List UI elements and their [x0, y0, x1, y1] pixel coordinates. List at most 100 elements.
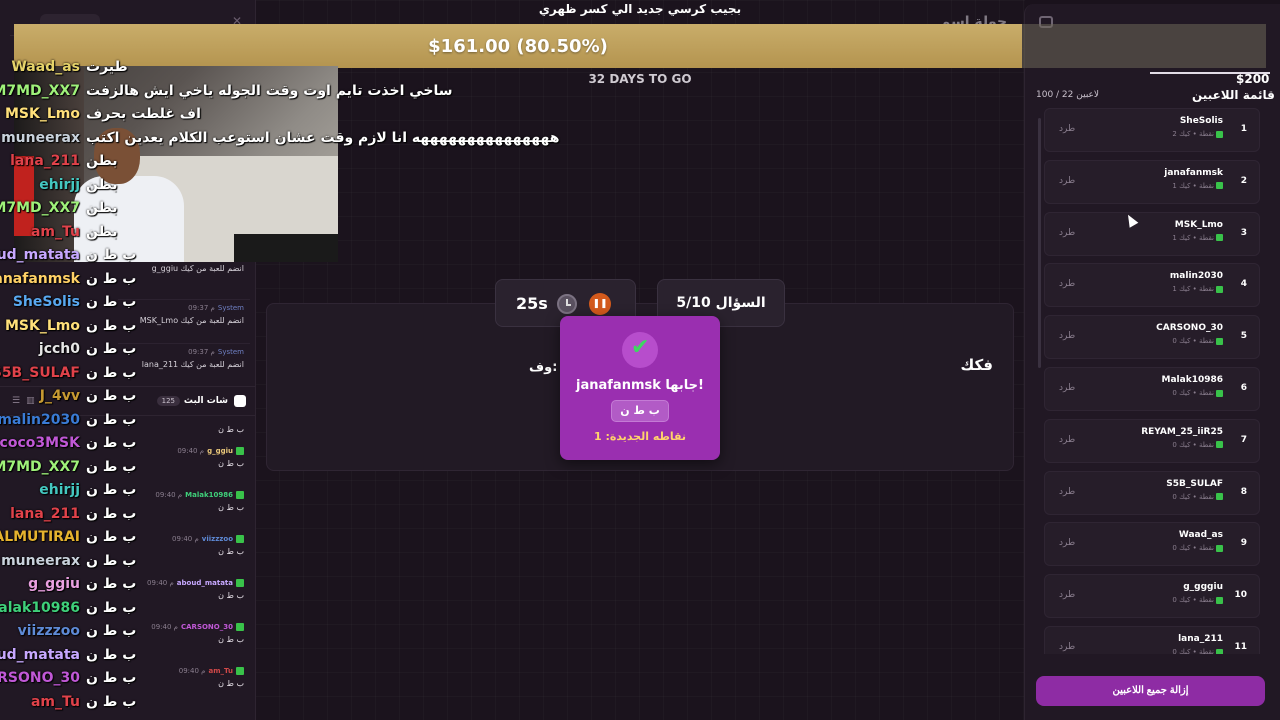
- player-rank: 4: [1240, 279, 1247, 290]
- overlay-chat-line: SheSolis ب ط ن: [0, 291, 137, 313]
- overlay-chat-username: muneerax: [1, 552, 80, 569]
- player-sub: 0 نقطة • كيك: [1172, 337, 1223, 345]
- remove-all-players-button[interactable]: إزالة جميع اللاعبين: [1036, 676, 1265, 706]
- overlay-chat-message: ب ط ن: [86, 388, 137, 404]
- overlay-chat-line: lana_211 بطن: [0, 150, 117, 172]
- player-sub: 0 نقطة • كيك: [1172, 596, 1223, 604]
- player-name: g_gggiu: [1183, 582, 1223, 593]
- overlay-chat-username: M7MD_XX7: [0, 458, 80, 475]
- overlay-chat-username: muneerax: [1, 129, 80, 146]
- player-card[interactable]: 3 MSK_Lmo 1 نقطة • كيك طرد: [1044, 211, 1260, 256]
- overlay-chat-username: J_4vv: [39, 388, 80, 404]
- overlay-chat-line: M7MD_XX7 ساخي اخذت تايم اوت وقت الجوله يا…: [0, 80, 453, 102]
- overlay-chat-line: malin2030 ب ط ن: [0, 409, 136, 431]
- overlay-chat-message: ساخي اخذت تايم اوت وقت الجوله ياخي ايش ه…: [86, 82, 453, 99]
- player-platform: كيك: [1179, 233, 1191, 242]
- player-card[interactable]: 9 Waad_as 0 نقطة • كيك طرد: [1044, 522, 1260, 567]
- overlay-chat-message: ب ط ن: [86, 435, 137, 451]
- tab-underline: [1150, 72, 1270, 74]
- players-scrollbar[interactable]: [1038, 118, 1041, 368]
- overlay-chat-line: am_Tu بطن: [0, 221, 118, 243]
- overlay-chat-line: am_Tu ب ط ن: [0, 691, 136, 713]
- overlay-chat-username: lana_211: [10, 153, 80, 169]
- overlay-chat-message: بطن: [86, 200, 118, 216]
- player-name: MSK_Lmo: [1174, 219, 1223, 230]
- overlay-chat-message: ب ط ن: [86, 341, 137, 357]
- player-platform: كيك: [1179, 492, 1191, 501]
- overlay-chat-username: Malak10986: [0, 599, 80, 616]
- overlay-chat-message: ب ط ن: [86, 411, 137, 428]
- kick-player-button[interactable]: طرد: [1059, 590, 1075, 600]
- kick-player-button[interactable]: طرد: [1059, 383, 1075, 393]
- separator: •: [1190, 544, 1200, 553]
- player-card[interactable]: 2 janafanmsk 1 نقطة • كيك طرد: [1044, 159, 1260, 204]
- player-name: S5B_SULAF: [1166, 478, 1223, 489]
- overlay-chat-message: ب ط ن: [86, 482, 137, 498]
- player-card[interactable]: 8 S5B_SULAF 0 نقطة • كيك طرد: [1044, 470, 1260, 515]
- donation-goal-remaining: [1022, 24, 1266, 68]
- separator: •: [1190, 233, 1200, 242]
- overlay-chat-line: coco3MSK ب ط ن: [0, 432, 136, 454]
- kick-icon: [1216, 130, 1223, 138]
- player-name: REYAM_25_iiR25: [1141, 426, 1223, 437]
- overlay-chat-username: viizzzoo: [17, 623, 80, 639]
- kick-icon: [1216, 441, 1223, 449]
- player-rank: 1: [1240, 124, 1247, 134]
- kick-player-button[interactable]: طرد: [1059, 331, 1075, 341]
- player-rank: 8: [1240, 486, 1247, 497]
- player-name: malin2030: [1169, 271, 1223, 282]
- players-count: 100 / 22 لاعبين: [1036, 90, 1100, 100]
- overlay-chat-message: ب ط ن: [86, 552, 137, 569]
- player-card[interactable]: 1 SheSolis 2 نقطة • كيك طرد: [1044, 108, 1260, 152]
- overlay-chat-username: jcch0: [38, 341, 80, 357]
- overlay-chat-message: ب ط ن: [86, 693, 137, 710]
- player-rank: 9: [1240, 538, 1247, 549]
- overlay-chat-username: janafanmsk: [0, 270, 80, 287]
- overlay-chat-message: ب ط ن: [86, 317, 137, 334]
- overlay-chat-line: ehirjj ب ط ن: [0, 479, 136, 501]
- days-to-go: 32 DAYS TO GO: [588, 72, 692, 86]
- player-card[interactable]: 10 g_gggiu 0 نقطة • كيك طرد: [1044, 574, 1260, 619]
- kick-icon: [1216, 337, 1223, 345]
- pause-button[interactable]: ❚❚: [589, 293, 611, 315]
- kick-player-button[interactable]: طرد: [1059, 642, 1075, 652]
- player-card[interactable]: 7 REYAM_25_iiR25 0 نقطة • كيك طرد: [1044, 418, 1260, 463]
- overlay-chat-username: Waad_as: [11, 59, 80, 75]
- overlay-chat-line: Malak10986 ب ط ن: [0, 597, 136, 619]
- stream-title: بجيب كرسي جديد الي كسر ظهري: [538, 2, 742, 16]
- check-icon: ✔: [622, 332, 658, 368]
- player-name: Malak10986: [1161, 375, 1223, 385]
- overlay-chat-line: CARSONO_30 ب ط ن: [0, 667, 136, 689]
- overlay-chat-username: am_Tu: [30, 693, 80, 710]
- overlay-chat-line: jcch0 ب ط ن: [0, 338, 136, 360]
- kick-icon: [1216, 493, 1223, 501]
- kick-player-button[interactable]: طرد: [1059, 176, 1075, 186]
- separator: •: [1190, 337, 1200, 346]
- player-card[interactable]: 11 lana_211 0 نقطة • كيك طرد: [1044, 626, 1260, 654]
- kick-player-button[interactable]: طرد: [1059, 538, 1075, 548]
- question-text-tail: وف:: [529, 360, 558, 375]
- overlay-chat-message: ب ط ن: [86, 576, 137, 592]
- player-sub: 1 نقطة • كيك: [1172, 234, 1223, 242]
- player-card[interactable]: 6 Malak10986 0 نقطة • كيك طرد: [1044, 367, 1260, 411]
- kick-player-button[interactable]: طرد: [1059, 124, 1075, 134]
- kick-player-button[interactable]: طرد: [1059, 228, 1075, 238]
- player-sub: 0 نقطة • كيك: [1172, 648, 1223, 654]
- kick-player-button[interactable]: طرد: [1059, 487, 1075, 497]
- overlay-chat-line: M7MD_XX7 بطن: [0, 197, 118, 219]
- player-card[interactable]: 4 malin2030 1 نقطة • كيك طرد: [1044, 263, 1260, 308]
- overlay-chat-username: g_ggiu: [28, 576, 80, 592]
- kick-player-button[interactable]: طرد: [1059, 279, 1075, 289]
- overlay-chat-message: طيرت: [86, 59, 128, 75]
- kick-player-button[interactable]: طرد: [1059, 435, 1075, 445]
- player-platform: كيك: [1179, 285, 1191, 294]
- overlay-chat-message: ب ط ن: [86, 646, 137, 663]
- overlay-chat-username: MSK_Lmo: [5, 317, 80, 334]
- player-card[interactable]: 5 CARSONO_30 0 نقطة • كيك طرد: [1044, 315, 1260, 360]
- overlay-chat-message: هههههههههههههههه انا لازم وقت عشان استوع…: [86, 129, 560, 146]
- overlay-chat-message: ب ط ن: [86, 270, 137, 287]
- player-platform: كيك: [1179, 440, 1191, 449]
- overlay-chat-username: lana_211: [10, 505, 80, 522]
- player-platform: كيك: [1179, 648, 1191, 654]
- overlay-chat-message: ب ط ن: [86, 505, 137, 522]
